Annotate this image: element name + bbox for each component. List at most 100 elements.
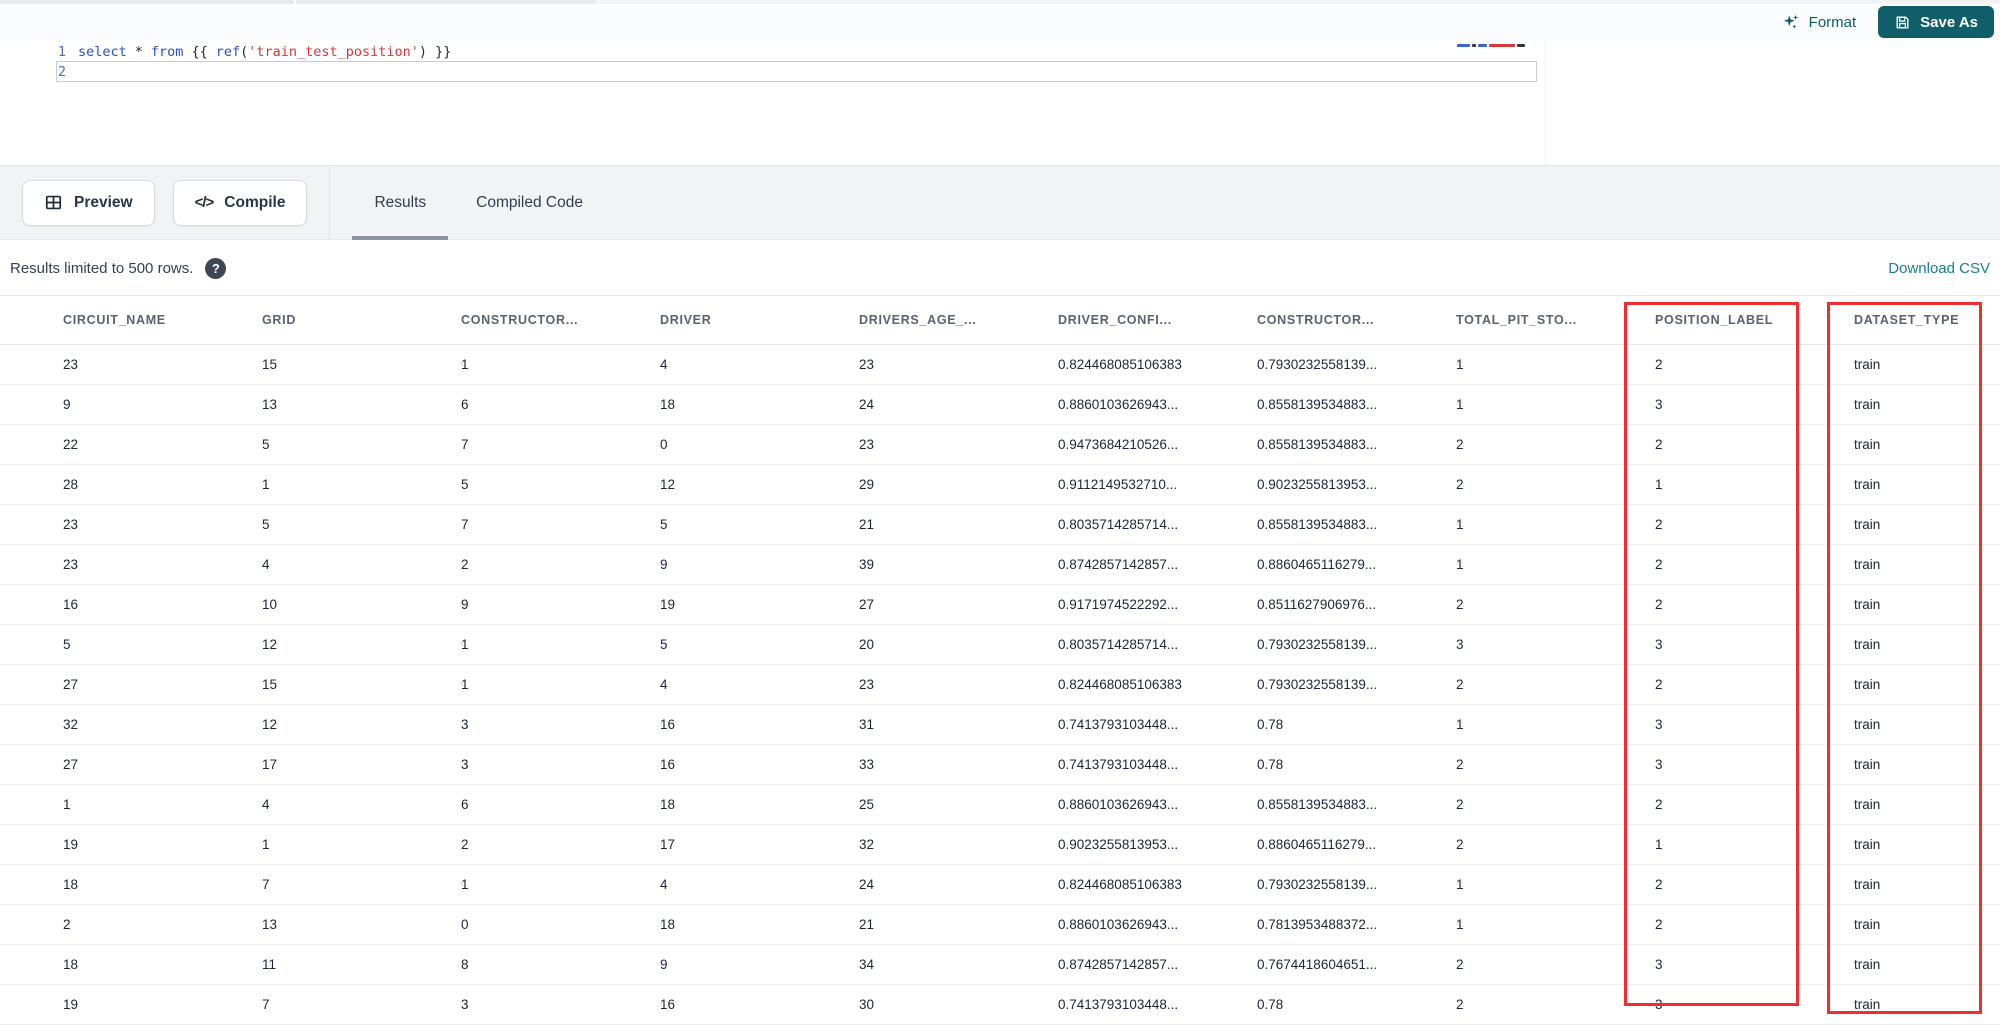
table-cell: 7	[461, 437, 469, 452]
table-cell: 4	[660, 677, 668, 692]
table-cell: 12	[660, 477, 676, 492]
table-cell: 5	[63, 637, 71, 652]
sql-star: *	[134, 43, 143, 60]
download-csv-link[interactable]: Download CSV	[1888, 260, 1990, 277]
table-cell: 0.8860103626943...	[1058, 797, 1179, 812]
sql-code-editor[interactable]: 1 select * from {{ref('train_test_position'…	[0, 40, 2000, 165]
code-line-1[interactable]: 1 select * from {{ref('train_test_position'…	[0, 42, 2000, 61]
column-header[interactable]: DRIVERS_AGE_...	[859, 313, 1058, 327]
compile-button[interactable]: </> Compile	[172, 179, 308, 226]
minimap-separator	[1545, 40, 1546, 165]
table-cell: 7	[262, 997, 270, 1012]
annotation-box-position-label	[1624, 302, 1799, 1006]
table-cell: 4	[262, 557, 270, 572]
tab-compiled-code[interactable]: Compiled Code	[474, 165, 585, 240]
table-cell: 16	[660, 717, 676, 732]
table-cell: 19	[660, 597, 676, 612]
table-cell: 0.8742857142857...	[1058, 557, 1179, 572]
jinja-open: {{	[191, 43, 208, 60]
compile-label: Compile	[224, 193, 286, 211]
table-cell: 10	[262, 597, 278, 612]
ref-string: 'train_test_position'	[248, 43, 419, 60]
editor-minimap[interactable]	[1457, 43, 1525, 48]
table-cell: 8	[461, 957, 469, 972]
column-header[interactable]: GRID	[262, 313, 461, 327]
tab-results[interactable]: Results	[352, 165, 448, 240]
table-cell: 17	[262, 757, 278, 772]
table-cell: 23	[63, 557, 79, 572]
table-cell: 5	[262, 517, 270, 532]
table-cell: 16	[660, 757, 676, 772]
table-cell: 9	[461, 597, 469, 612]
annotation-box-dataset-type	[1827, 302, 1982, 1014]
paren-close: )	[418, 43, 428, 60]
table-cell: 0.8035714285714...	[1058, 517, 1179, 532]
help-icon[interactable]: ?	[205, 257, 227, 279]
table-cell: 2	[461, 557, 469, 572]
table-cell: 0.824468085106383	[1058, 677, 1182, 692]
table-cell: 1	[461, 877, 469, 892]
table-cell: 2	[63, 917, 71, 932]
preview-button[interactable]: Preview	[22, 179, 155, 226]
table-cell: 0.824468085106383	[1058, 877, 1182, 892]
table-cell: 30	[859, 997, 875, 1012]
table-cell: 18	[660, 397, 676, 412]
table-cell: 4	[262, 797, 270, 812]
table-cell: 4	[660, 357, 668, 372]
table-cell: 0	[660, 437, 668, 452]
table-cell: 18	[63, 957, 79, 972]
minimap-mark	[1457, 44, 1470, 47]
table-cell: 1	[461, 677, 469, 692]
table-cell: 3	[461, 997, 469, 1012]
table-cell: 33	[859, 757, 875, 772]
table-cell: 0.8860465116279...	[1257, 557, 1377, 572]
table-cell: 0.7813953488372...	[1257, 917, 1378, 932]
table-cell: 0.7413793103448...	[1058, 757, 1179, 772]
column-header[interactable]: CIRCUIT_NAME	[63, 313, 262, 327]
table-cell: 24	[859, 877, 875, 892]
table-cell: 1	[461, 637, 469, 652]
table-cell: 0.78	[1257, 997, 1284, 1012]
table-cell: 9	[660, 957, 668, 972]
table-cell: 7	[461, 517, 469, 532]
table-cell: 9	[63, 397, 71, 412]
table-cell: 0.7413793103448...	[1058, 717, 1179, 732]
table-cell: 2	[461, 837, 469, 852]
table-cell: 0.7930232558139...	[1257, 357, 1378, 372]
table-cell: 15	[262, 357, 278, 372]
table-cell: 1	[262, 837, 270, 852]
table-cell: 17	[660, 837, 676, 852]
format-label: Format	[1808, 13, 1857, 31]
table-cell: 19	[63, 837, 79, 852]
table-cell: 0.7930232558139...	[1257, 677, 1378, 692]
minimap-mark	[1489, 44, 1515, 47]
table-cell: 0.8511627906976...	[1257, 597, 1377, 612]
table-cell: 32	[63, 717, 79, 732]
table-cell: 0.9171974522292...	[1058, 597, 1179, 612]
table-cell: 21	[859, 917, 875, 932]
table-cell: 0	[461, 917, 469, 932]
column-header[interactable]: DRIVER	[660, 313, 859, 327]
table-cell: 1	[461, 357, 469, 372]
table-cell: 13	[262, 917, 278, 932]
code-line-2[interactable]: 2	[0, 62, 2000, 81]
table-cell: 34	[859, 957, 875, 972]
jinja-close: }}	[435, 43, 452, 60]
row-limit-text: Results limited to 500 rows.	[10, 259, 194, 277]
table-cell: 0.7930232558139...	[1257, 877, 1378, 892]
column-header[interactable]: CONSTRUCTOR...	[461, 313, 660, 327]
table-cell: 22	[63, 437, 79, 452]
jinja-ref-fn: ref	[215, 43, 241, 60]
table-cell: 9	[660, 557, 668, 572]
minimap-mark	[1472, 44, 1476, 47]
table-cell: 0.8035714285714...	[1058, 637, 1179, 652]
table-cell: 20	[859, 637, 875, 652]
save-as-button[interactable]: Save As	[1878, 6, 1994, 38]
table-cell: 29	[859, 477, 875, 492]
format-button[interactable]: Format	[1781, 12, 1857, 32]
table-cell: 5	[660, 517, 668, 532]
column-header[interactable]: CONSTRUCTOR...	[1257, 313, 1456, 327]
column-header[interactable]: DRIVER_CONFI...	[1058, 313, 1257, 327]
table-cell: 18	[660, 917, 676, 932]
table-cell: 27	[859, 597, 875, 612]
